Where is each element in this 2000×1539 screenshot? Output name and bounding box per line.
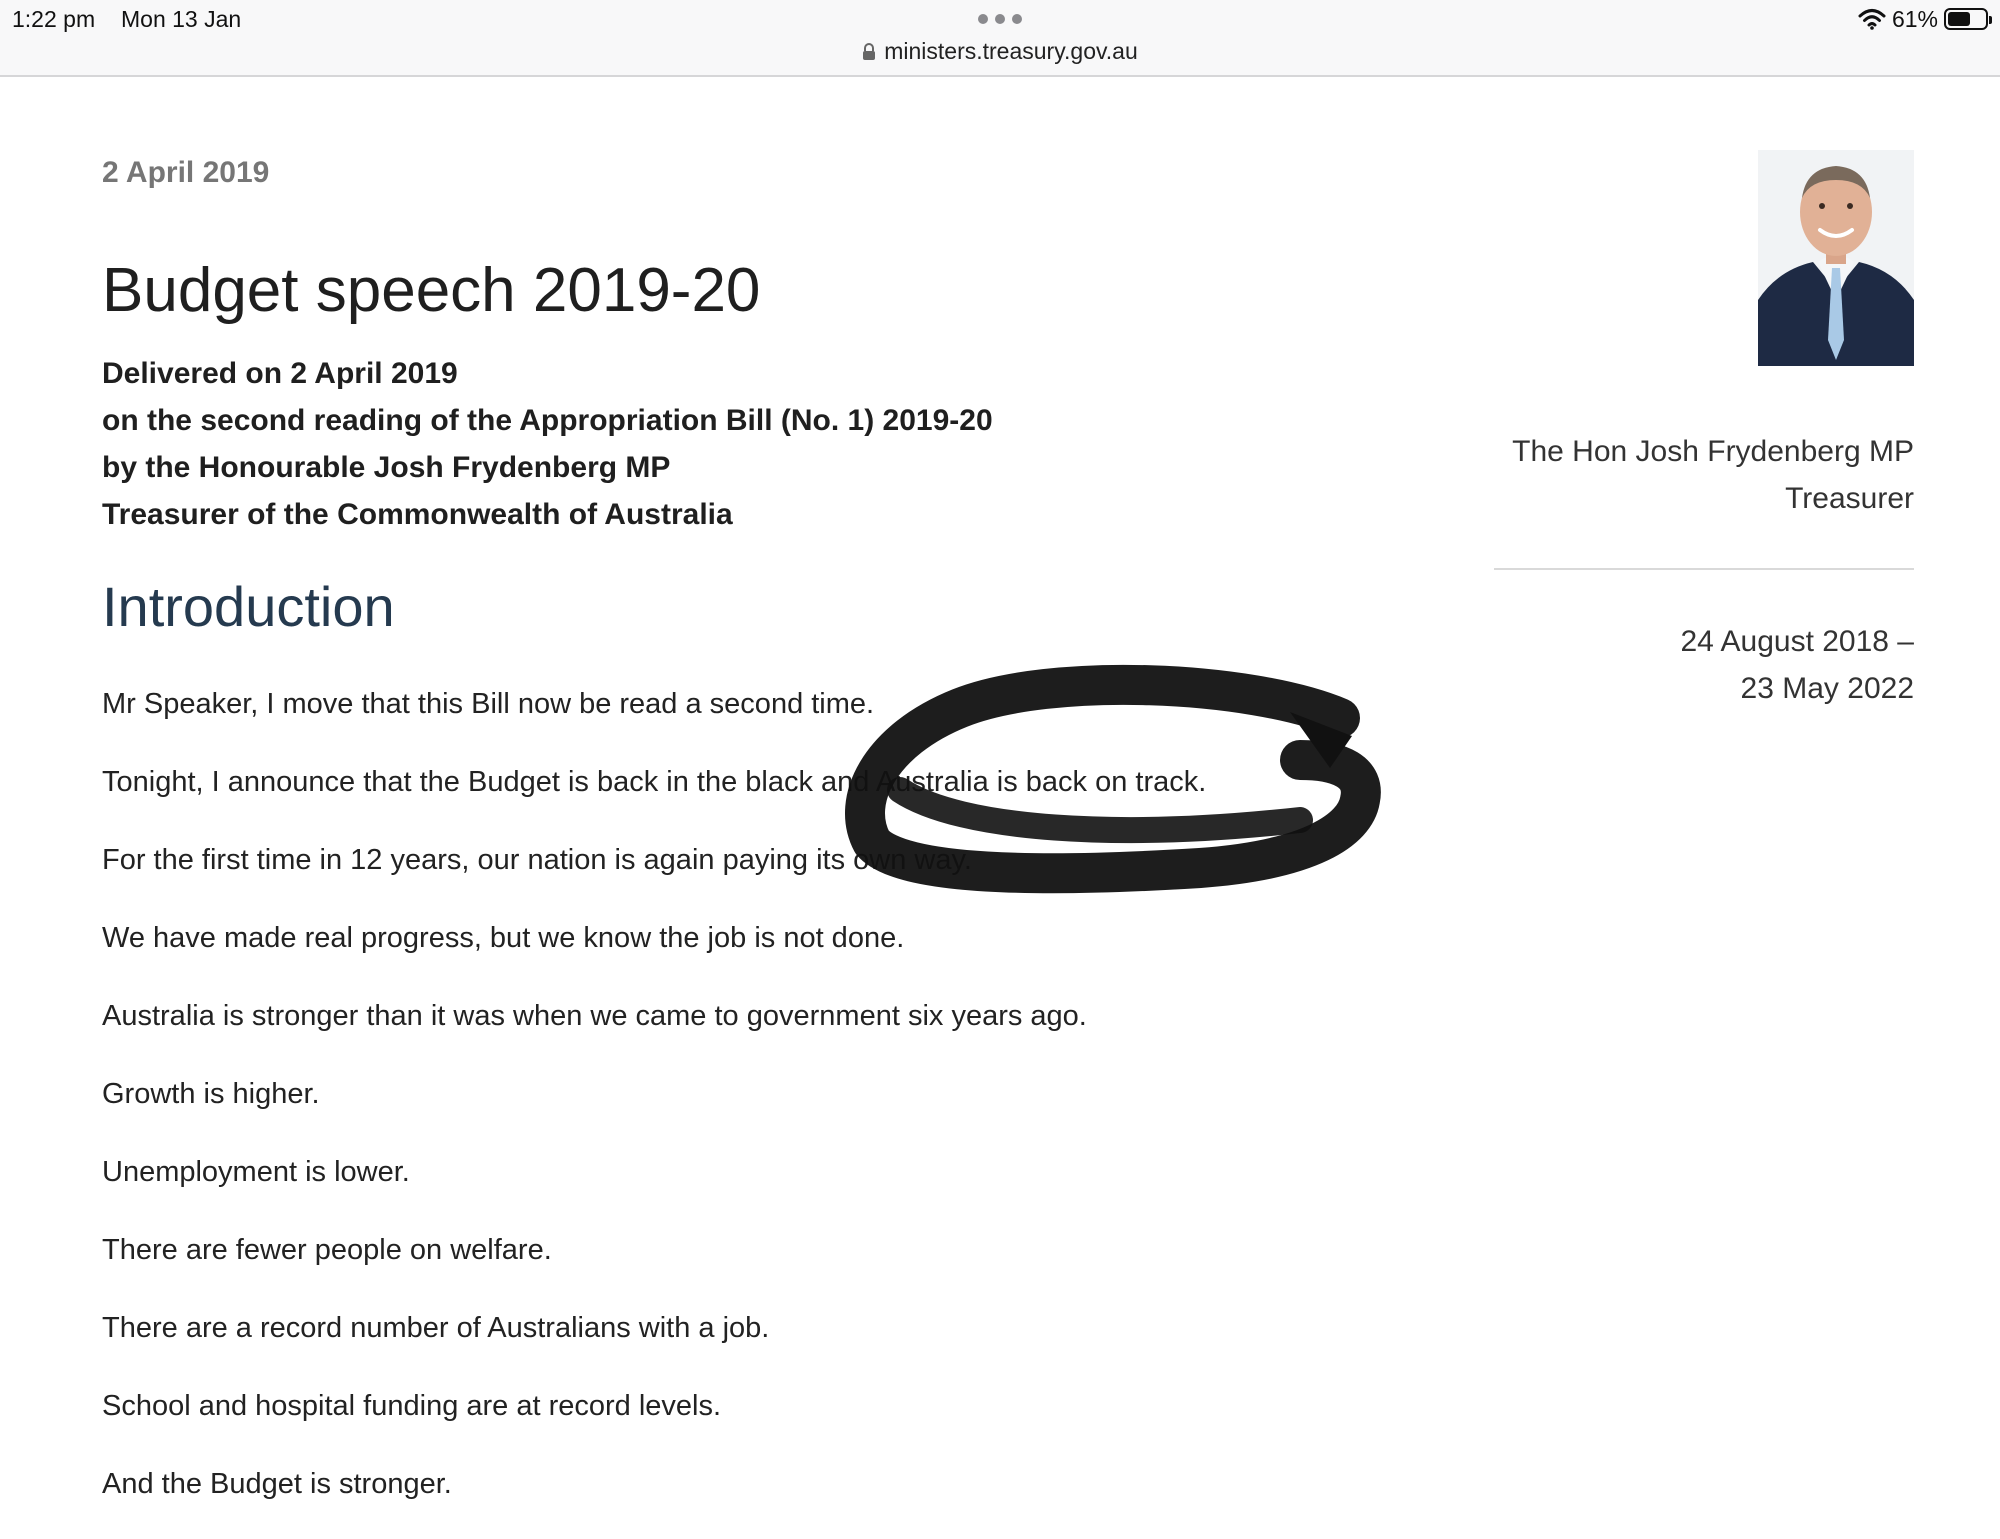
delivery-line: Treasurer of the Commonwealth of Austral…: [102, 498, 733, 531]
sidebar-divider: [1494, 568, 1914, 570]
paragraph: Growth is higher.: [102, 1078, 320, 1110]
status-date: Mon 13 Jan: [121, 6, 242, 32]
paragraph: There are fewer people on welfare.: [102, 1234, 552, 1266]
minister-name[interactable]: The Hon Josh Frydenberg MP: [1512, 428, 1914, 475]
battery-percent: 61%: [1891, 5, 1938, 32]
paragraph: For the first time in 12 years, our nati…: [102, 844, 972, 876]
term-end: 23 May 2022: [1740, 672, 1914, 705]
more-dots-icon[interactable]: [978, 14, 1022, 24]
battery-icon: [1944, 8, 1992, 30]
delivery-line: on the second reading of the Appropriati…: [102, 404, 993, 437]
delivery-line: Delivered on 2 April 2019: [102, 357, 458, 390]
paragraph: Tonight, I announce that the Budget is b…: [102, 766, 1207, 798]
paragraph: We have made real progress, but we know …: [102, 922, 905, 954]
status-right: 61%: [1858, 4, 1992, 34]
paragraph: Unemployment is lower.: [102, 1156, 410, 1188]
url-text: ministers.treasury.gov.au: [884, 38, 1138, 64]
delivery-line: by the Honourable Josh Frydenberg MP: [102, 451, 671, 484]
term-dates: 24 August 2018 – 23 May 2022: [1680, 618, 1914, 712]
delivery-details: Delivered on 2 April 2019 on the second …: [102, 350, 993, 538]
minister-info: The Hon Josh Frydenberg MP Treasurer: [1512, 428, 1914, 522]
term-start: 24 August 2018 –: [1680, 625, 1914, 658]
status-time: 1:22 pm: [12, 6, 96, 32]
section-heading: Introduction: [102, 575, 395, 638]
page-title: Budget speech 2019-20: [102, 256, 761, 325]
paragraph: And the Budget is stronger.: [102, 1468, 452, 1500]
battery-fill: [1948, 12, 1970, 26]
address-bar[interactable]: ministers.treasury.gov.au: [0, 38, 2000, 65]
wifi-icon: [1858, 9, 1886, 30]
minister-photo: [1758, 150, 1914, 366]
lock-icon: [863, 43, 876, 60]
paragraph: There are a record number of Australians…: [102, 1312, 770, 1344]
minister-role: Treasurer: [1785, 482, 1914, 515]
paragraph: Australia is stronger than it was when w…: [102, 1000, 1087, 1032]
paragraph: Mr Speaker, I move that this Bill now be…: [102, 688, 875, 720]
status-bar: 1:22 pm Mon 13 Jan ministers.treasury.go…: [0, 0, 2000, 77]
speech-body: Mr Speaker, I move that this Bill now be…: [102, 681, 1402, 1539]
portrait-image: [1758, 150, 1914, 366]
article-date: 2 April 2019: [102, 156, 270, 189]
paragraph: School and hospital funding are at recor…: [102, 1390, 722, 1422]
